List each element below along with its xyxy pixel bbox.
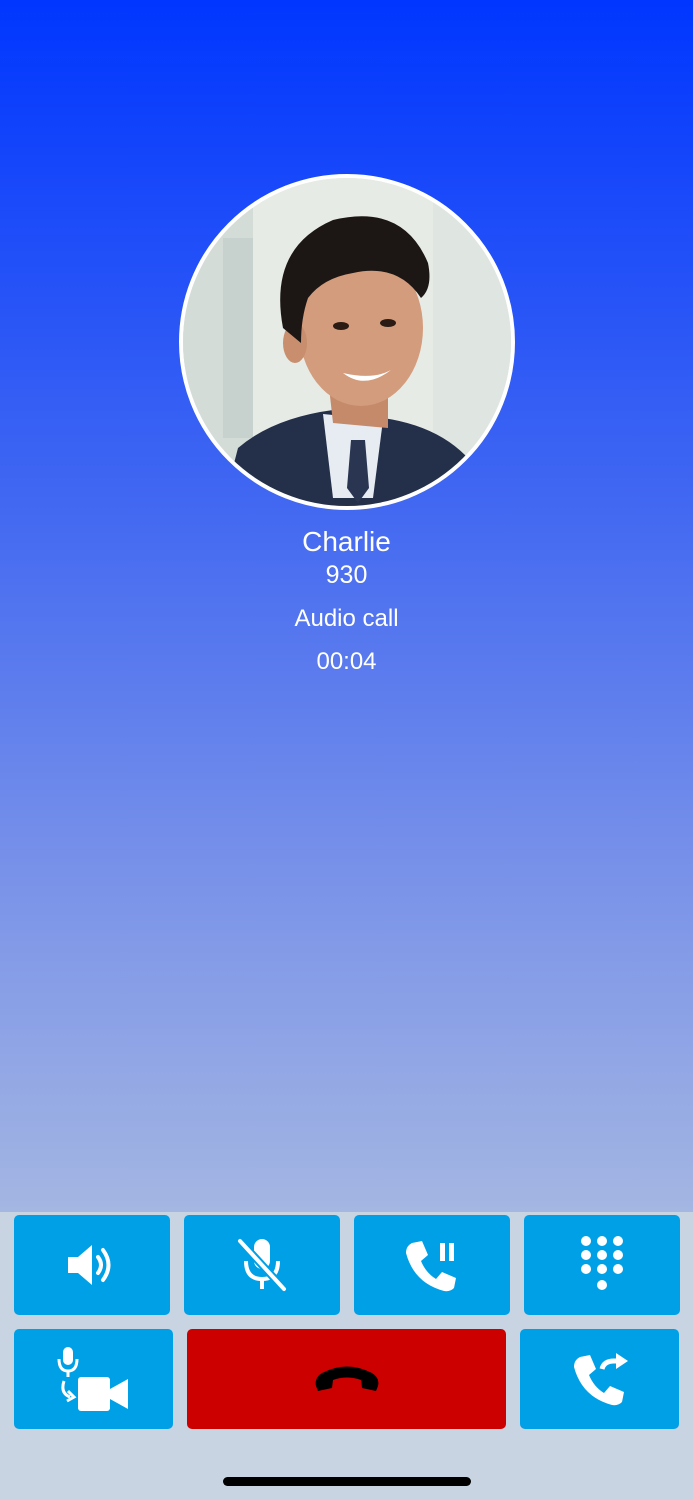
call-type-label: Audio call	[294, 605, 399, 632]
caller-avatar	[179, 174, 515, 510]
transfer-button[interactable]	[520, 1329, 679, 1429]
mute-button[interactable]	[184, 1215, 340, 1315]
hang-up-icon	[315, 1366, 378, 1391]
end-call-button[interactable]	[187, 1329, 506, 1429]
phone-transfer-icon	[573, 1353, 628, 1406]
call-screen: Charlie 930 Audio call 00:04	[0, 0, 693, 1212]
keypad-button[interactable]	[524, 1215, 680, 1315]
call-controls	[0, 1212, 693, 1442]
home-indicator[interactable]	[223, 1477, 471, 1486]
caller-number: 930	[325, 561, 368, 589]
switch-to-video-button[interactable]	[14, 1329, 173, 1429]
speaker-icon	[68, 1245, 111, 1285]
dialpad-icon	[581, 1236, 623, 1290]
mic-to-video-icon	[57, 1347, 128, 1411]
hold-button[interactable]	[354, 1215, 510, 1315]
caller-name: Charlie	[302, 526, 391, 557]
caller-photo	[183, 178, 511, 506]
speaker-button[interactable]	[14, 1215, 170, 1315]
phone-hold-icon	[406, 1241, 456, 1292]
mic-off-icon	[237, 1238, 287, 1292]
call-timer: 00:04	[316, 648, 377, 675]
